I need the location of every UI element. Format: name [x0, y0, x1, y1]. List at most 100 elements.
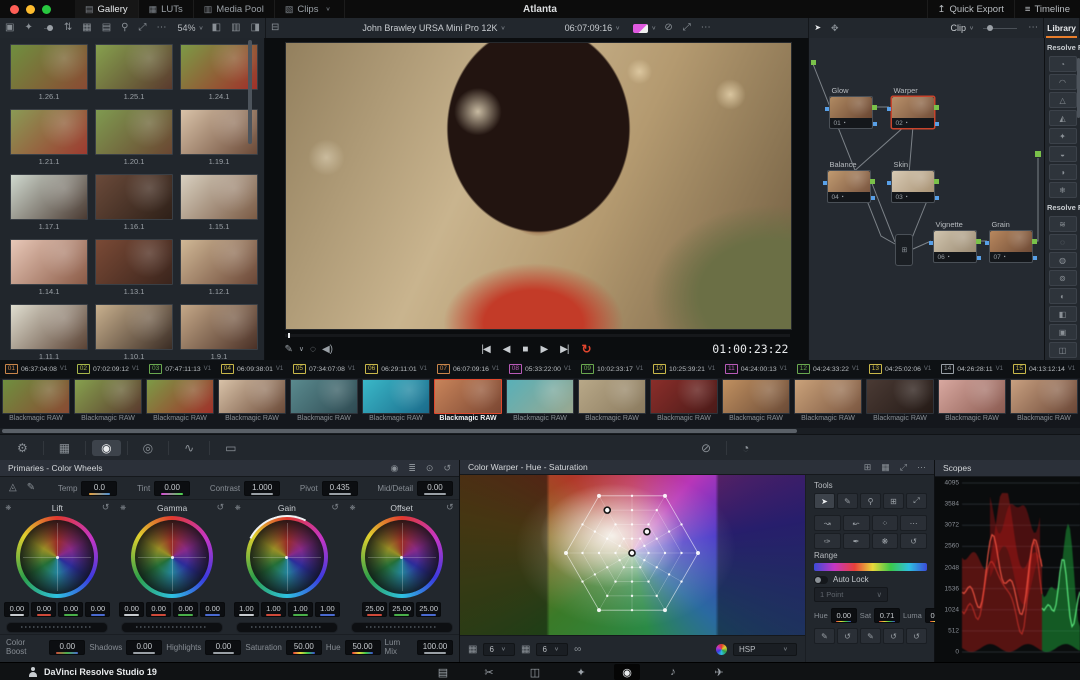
- value-box[interactable]: 0.00: [49, 640, 85, 655]
- node-rgb-port[interactable]: [1033, 256, 1037, 260]
- value-box[interactable]: 25.00: [362, 602, 387, 617]
- range-gradient-bar[interactable]: [814, 563, 927, 571]
- gallery-scrollbar[interactable]: [248, 40, 252, 144]
- still-thumbnail[interactable]: [180, 174, 258, 220]
- still-thumbnail[interactable]: [180, 44, 258, 90]
- value-box[interactable]: 1.000: [244, 481, 280, 496]
- more-icon[interactable]: ⋯: [1023, 18, 1043, 38]
- effect-tile[interactable]: ◫: [1049, 342, 1077, 358]
- blend-tool[interactable]: ❋: [872, 533, 899, 549]
- expand-icon[interactable]: ⤢: [678, 22, 696, 33]
- clip-thumbnail[interactable]: [938, 379, 1006, 414]
- node-input-port[interactable]: [825, 107, 829, 111]
- wheel-master-dial[interactable]: [6, 622, 108, 633]
- effect-tile[interactable]: ◧: [1049, 306, 1077, 322]
- clip-thumbnail[interactable]: [650, 379, 718, 414]
- audio-icon[interactable]: ◀): [322, 344, 333, 355]
- first-frame-button[interactable]: |◀: [481, 344, 489, 355]
- clip-thumbnail[interactable]: [218, 379, 286, 414]
- clip-info-03[interactable]: 0307:47:11:13V1: [144, 364, 216, 374]
- viewer-scrub-bar[interactable]: [285, 334, 790, 337]
- wheel-master-dial[interactable]: [121, 622, 223, 633]
- quick-export-button[interactable]: ↥Quick Export: [927, 0, 1014, 18]
- value-box[interactable]: 50.00: [286, 640, 322, 655]
- more-icon[interactable]: ⋯: [152, 22, 172, 33]
- node-output-port[interactable]: [872, 105, 877, 110]
- clip-thumbnail[interactable]: [1010, 379, 1078, 414]
- wheel-mini-icon[interactable]: ❋: [235, 504, 249, 512]
- viewer-image[interactable]: [285, 42, 792, 330]
- clip-info-15[interactable]: 1504:13:12:14V1: [1008, 364, 1080, 374]
- value-box[interactable]: 1.00: [315, 602, 340, 617]
- draw-tool[interactable]: ✎: [837, 493, 858, 509]
- node-output-port[interactable]: [870, 179, 875, 184]
- clip-thumbnail[interactable]: [794, 379, 862, 414]
- clip-info-05[interactable]: 0507:34:07:08V1: [288, 364, 360, 374]
- timeline-clip-09[interactable]: Blackmagic RAW: [576, 378, 648, 428]
- reset-icon[interactable]: ↺: [443, 463, 451, 474]
- effect-tile[interactable]: ◒: [1049, 146, 1077, 162]
- clip-info-12[interactable]: 1204:24:33:22V1: [792, 364, 864, 374]
- mesh-icon[interactable]: ▦: [881, 462, 890, 473]
- node-skin[interactable]: Skin03▪: [891, 160, 935, 203]
- value-box[interactable]: 0.00: [173, 602, 198, 617]
- gallery-still[interactable]: 1.9.1: [180, 304, 258, 362]
- picker-icon[interactable]: ✎: [814, 628, 835, 644]
- wheel-master-dial[interactable]: [236, 622, 338, 633]
- clip-thumbnail[interactable]: [866, 379, 934, 414]
- pull-tool[interactable]: ↝: [814, 515, 841, 531]
- value-box[interactable]: 25.00: [389, 602, 414, 617]
- warper-canvas[interactable]: [460, 475, 805, 635]
- node-output-port[interactable]: [1032, 239, 1037, 244]
- color-wheel-gain[interactable]: [246, 516, 328, 598]
- value-box[interactable]: 0.00: [154, 481, 190, 496]
- bypass-grade-icon[interactable]: ⊘: [692, 440, 720, 456]
- timeline-clip-01[interactable]: Blackmagic RAW: [0, 378, 72, 428]
- link-icon[interactable]: ∞: [574, 644, 581, 655]
- node-rgb-port[interactable]: [873, 122, 877, 126]
- effect-tile[interactable]: ▣: [1049, 324, 1077, 340]
- value-box[interactable]: 1.00: [288, 602, 313, 617]
- page-edit[interactable]: ◫: [522, 664, 548, 680]
- gallery-still[interactable]: 1.25.1: [95, 44, 173, 102]
- still-thumbnail[interactable]: [95, 304, 173, 350]
- value-box[interactable]: 0.00: [119, 602, 144, 617]
- gallery-still[interactable]: 1.26.1: [10, 44, 88, 102]
- bypass-icon[interactable]: ⊘: [659, 22, 677, 33]
- node-warper[interactable]: Warper02▪: [891, 86, 935, 129]
- scatter-tool[interactable]: ⁘: [872, 515, 899, 531]
- effect-tile[interactable]: ◭: [1049, 110, 1077, 126]
- timeline-button[interactable]: ≡Timeline: [1014, 0, 1080, 18]
- value-box[interactable]: 1.00: [234, 602, 259, 617]
- cache-icon[interactable]: ◔: [733, 440, 758, 456]
- node-rgb-port[interactable]: [977, 256, 981, 260]
- value-box[interactable]: 0.00: [126, 640, 162, 655]
- clip-thumbnail[interactable]: [146, 379, 214, 414]
- magnet-tool[interactable]: ⊞: [883, 493, 904, 509]
- auto-balance-icon[interactable]: ◬: [6, 478, 20, 498]
- timeline-clip-03[interactable]: Blackmagic RAW: [144, 378, 216, 428]
- node-input-port[interactable]: [985, 241, 989, 245]
- pen-b-tool[interactable]: ✒: [843, 533, 870, 549]
- effect-tile[interactable]: ✦: [1049, 128, 1077, 144]
- log-mode-icon[interactable]: ⊙: [426, 463, 434, 474]
- reset-icon[interactable]: ↺: [440, 502, 454, 513]
- gallery-still[interactable]: 1.11.1: [10, 304, 88, 362]
- node-view-selector[interactable]: Clip: [951, 23, 967, 33]
- still-album-icon[interactable]: ▣: [0, 22, 19, 33]
- curves-icon[interactable]: ∿: [175, 440, 203, 456]
- timeline-clip-13[interactable]: Blackmagic RAW: [864, 378, 936, 428]
- effect-tile[interactable]: ◠: [1049, 74, 1077, 90]
- play-reverse-button[interactable]: ◀: [503, 344, 510, 355]
- gallery-still[interactable]: 1.13.1: [95, 239, 173, 297]
- timeline-clip-02[interactable]: Blackmagic RAW: [72, 378, 144, 428]
- reset-all-icon[interactable]: ↺: [906, 628, 927, 644]
- gallery-still[interactable]: 1.14.1: [10, 239, 88, 297]
- timeline-clip-06[interactable]: Blackmagic RAW: [360, 378, 432, 428]
- color-wheel-offset[interactable]: [361, 516, 443, 598]
- clip-info-11[interactable]: 1104:24:00:13V1: [720, 364, 792, 374]
- point-mode-select[interactable]: 1 Point∨: [814, 587, 888, 602]
- dots-tool[interactable]: ⋯: [900, 515, 927, 531]
- gallery-zoom-level[interactable]: 54%: [178, 23, 196, 33]
- reset2-icon[interactable]: ↺: [883, 628, 904, 644]
